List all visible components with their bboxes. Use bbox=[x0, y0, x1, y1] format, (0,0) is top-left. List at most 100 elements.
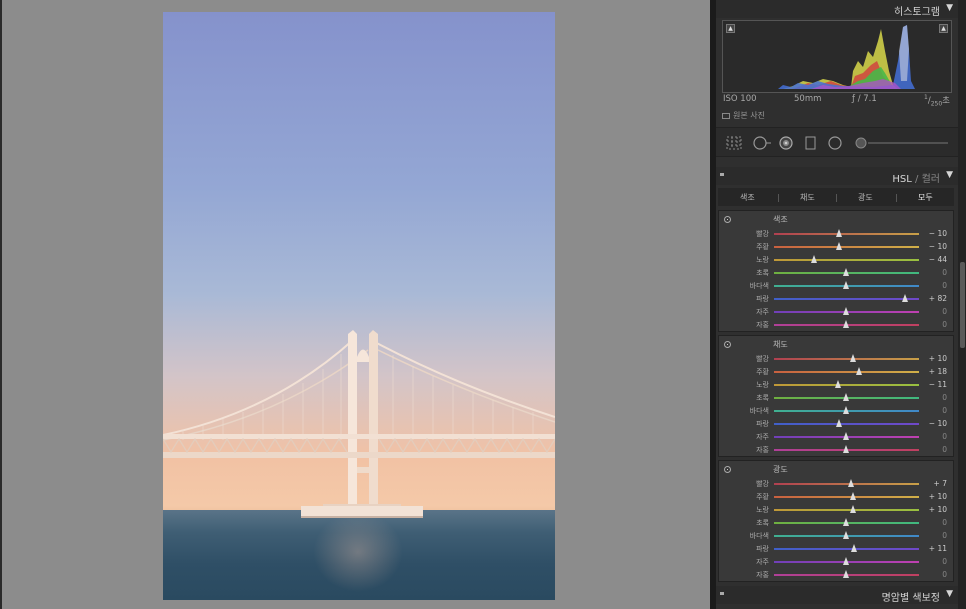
slider-value[interactable]: 0 bbox=[942, 307, 947, 316]
split-toning-header[interactable]: 명암별 색보정 ▼ bbox=[716, 586, 958, 604]
slider-value[interactable]: + 10 bbox=[929, 492, 947, 501]
slider-value[interactable]: + 11 bbox=[929, 544, 947, 553]
slider-value[interactable]: + 18 bbox=[929, 367, 947, 376]
slider-handle[interactable] bbox=[843, 531, 849, 539]
slider-row: 자주 0 bbox=[719, 556, 955, 569]
panel-scrollbar[interactable] bbox=[958, 0, 966, 609]
slider-handle[interactable] bbox=[843, 393, 849, 401]
spot-removal-icon[interactable] bbox=[752, 136, 772, 150]
slider-track[interactable] bbox=[774, 259, 919, 261]
slider-handle[interactable] bbox=[835, 419, 842, 427]
slider-value[interactable]: 0 bbox=[942, 393, 947, 402]
slider-track[interactable] bbox=[774, 233, 919, 235]
graduated-filter-icon[interactable] bbox=[805, 136, 817, 150]
slider-track[interactable] bbox=[774, 548, 919, 550]
slider-handle[interactable] bbox=[835, 242, 842, 250]
slider-handle[interactable] bbox=[835, 229, 842, 237]
triangle-down-icon[interactable]: ▼ bbox=[946, 3, 953, 13]
slider-value[interactable]: − 44 bbox=[929, 255, 947, 264]
hue-group: 색조 빨강 − 10 주황 − 10 노랑 − 44 초록 0 바다색 0 파랑 + 82 자주 0 자홍 0 bbox=[718, 210, 954, 332]
slider-track[interactable] bbox=[774, 358, 919, 360]
triangle-down-icon[interactable]: ▼ bbox=[946, 589, 953, 599]
radial-filter-icon[interactable] bbox=[828, 136, 842, 150]
slider-label: 주황 bbox=[756, 243, 769, 251]
slider-value[interactable]: − 10 bbox=[929, 242, 947, 251]
slider-handle[interactable] bbox=[843, 281, 849, 289]
triangle-down-icon[interactable]: ▼ bbox=[946, 170, 953, 180]
shadow-clipping-icon[interactable]: ▲ bbox=[726, 24, 735, 33]
slider-row: 자주 0 bbox=[719, 431, 955, 444]
slider-row: 주황 + 18 bbox=[719, 366, 955, 379]
slider-value[interactable]: 0 bbox=[942, 268, 947, 277]
slider-value[interactable]: 0 bbox=[942, 570, 947, 579]
slider-track[interactable] bbox=[774, 298, 919, 300]
slider-handle[interactable] bbox=[850, 544, 857, 552]
slider-handle[interactable] bbox=[843, 307, 849, 315]
slider-handle[interactable] bbox=[902, 294, 909, 302]
slider-handle[interactable] bbox=[843, 432, 849, 440]
slider-handle[interactable] bbox=[843, 570, 849, 578]
slider-value[interactable]: − 10 bbox=[929, 229, 947, 238]
slider-handle[interactable] bbox=[850, 505, 857, 513]
slider-handle[interactable] bbox=[835, 380, 842, 388]
tab-luminance[interactable]: 광도 bbox=[858, 192, 873, 203]
slider-value[interactable]: + 82 bbox=[929, 294, 947, 303]
crop-grid-icon[interactable] bbox=[726, 136, 742, 150]
slider-label: 바다색 bbox=[749, 407, 769, 415]
image-canvas[interactable] bbox=[0, 0, 710, 609]
slider-value[interactable]: 0 bbox=[942, 518, 947, 527]
panel-switch-icon[interactable] bbox=[720, 173, 724, 176]
develop-panel: 히스토그램 ▼ ▲ ▲ ISO 100 50mm ƒ / 7.1 1/250초 … bbox=[716, 0, 958, 609]
slider-value[interactable]: 0 bbox=[942, 406, 947, 415]
adjustment-brush-icon[interactable] bbox=[854, 136, 950, 150]
original-photo-toggle[interactable]: 원본 사진 bbox=[722, 110, 765, 121]
slider-track[interactable] bbox=[774, 384, 919, 386]
checkbox-icon[interactable] bbox=[722, 112, 730, 119]
slider-handle[interactable] bbox=[856, 367, 863, 375]
slider-value[interactable]: 0 bbox=[942, 445, 947, 454]
slider-value[interactable]: − 11 bbox=[929, 380, 947, 389]
tab-all[interactable]: 모두 bbox=[918, 192, 933, 203]
slider-handle[interactable] bbox=[843, 557, 849, 565]
photo-preview[interactable] bbox=[163, 12, 555, 600]
slider-track[interactable] bbox=[774, 423, 919, 425]
slider-track[interactable] bbox=[774, 496, 919, 498]
slider-handle[interactable] bbox=[811, 255, 818, 263]
tab-hue[interactable]: 색조 bbox=[740, 192, 755, 203]
slider-value[interactable]: 0 bbox=[942, 432, 947, 441]
panel-switch-icon[interactable] bbox=[720, 592, 724, 595]
group-title: 색조 bbox=[773, 215, 788, 224]
slider-track[interactable] bbox=[774, 371, 919, 373]
slider-value[interactable]: + 10 bbox=[929, 505, 947, 514]
slider-track[interactable] bbox=[774, 246, 919, 248]
slider-handle[interactable] bbox=[843, 518, 849, 526]
slider-value[interactable]: 0 bbox=[942, 557, 947, 566]
target-adjustment-icon[interactable] bbox=[724, 216, 731, 223]
slider-handle[interactable] bbox=[843, 320, 849, 328]
highlight-clipping-icon[interactable]: ▲ bbox=[939, 24, 948, 33]
target-adjustment-icon[interactable] bbox=[724, 466, 731, 473]
tab-saturation[interactable]: 채도 bbox=[800, 192, 815, 203]
target-adjustment-icon[interactable] bbox=[724, 341, 731, 348]
slider-handle[interactable] bbox=[848, 479, 855, 487]
scrollbar-thumb[interactable] bbox=[960, 262, 965, 348]
slider-value[interactable]: + 10 bbox=[929, 354, 947, 363]
slider-value[interactable]: 0 bbox=[942, 320, 947, 329]
slider-handle[interactable] bbox=[843, 268, 849, 276]
slider-handle[interactable] bbox=[850, 492, 857, 500]
slider-track[interactable] bbox=[774, 509, 919, 511]
slider-handle[interactable] bbox=[843, 445, 849, 453]
red-eye-icon[interactable] bbox=[779, 136, 793, 150]
slider-value[interactable]: + 7 bbox=[934, 479, 947, 488]
histogram-header[interactable]: 히스토그램 ▼ bbox=[716, 0, 958, 18]
slider-value[interactable]: − 10 bbox=[929, 419, 947, 428]
group-title: 채도 bbox=[773, 340, 788, 349]
slider-handle[interactable] bbox=[843, 406, 849, 414]
slider-value[interactable]: 0 bbox=[942, 281, 947, 290]
slider-handle[interactable] bbox=[850, 354, 857, 362]
slider-value[interactable]: 0 bbox=[942, 531, 947, 540]
slider-row: 파랑 + 11 bbox=[719, 543, 955, 556]
slider-track[interactable] bbox=[774, 483, 919, 485]
slider-label: 바다색 bbox=[749, 532, 769, 540]
hsl-header[interactable]: HSL / 컬러 ▼ bbox=[716, 167, 958, 185]
